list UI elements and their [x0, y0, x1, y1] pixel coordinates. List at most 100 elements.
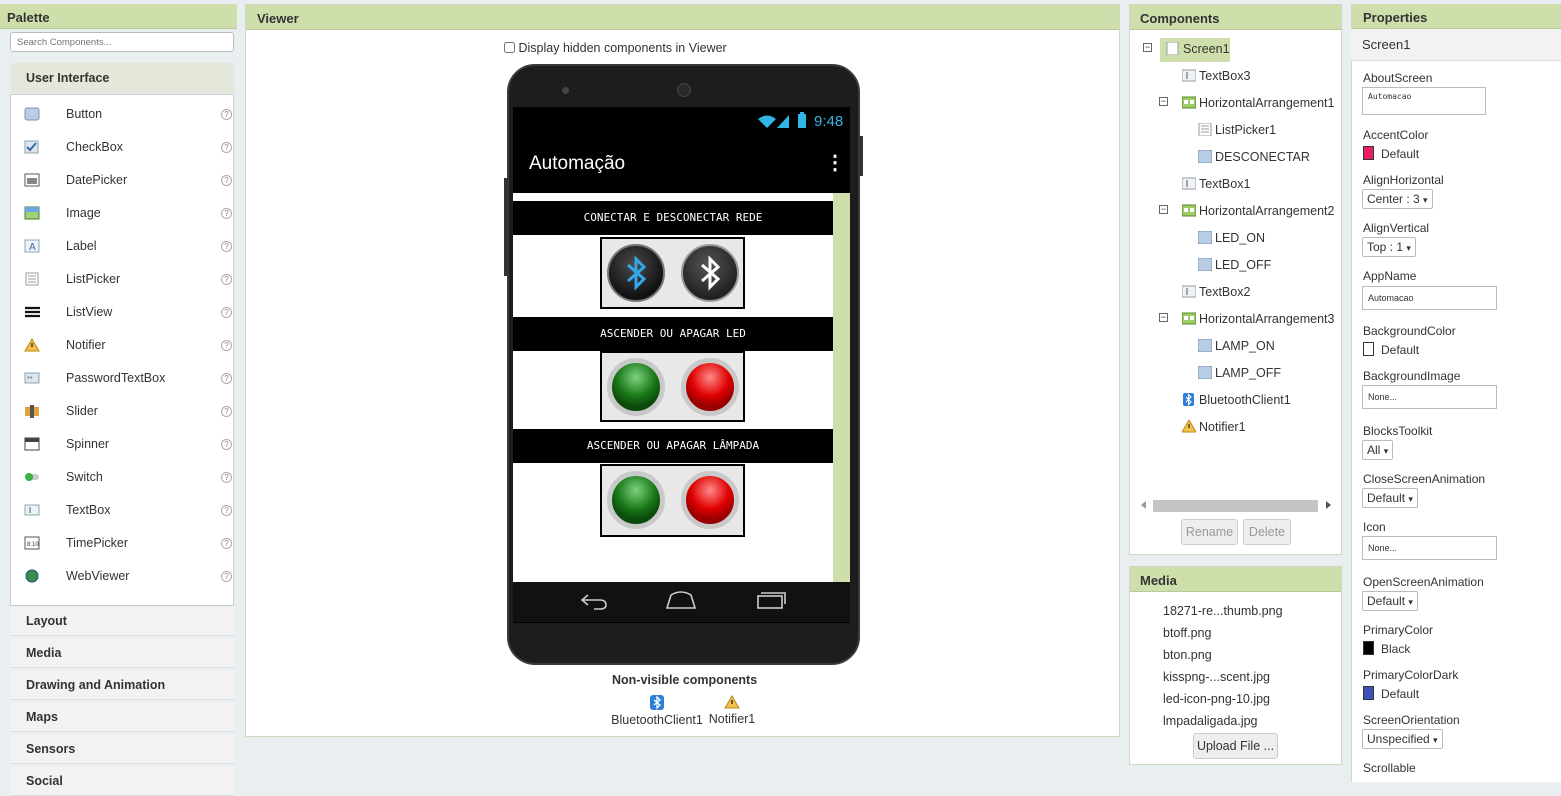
media-file-item[interactable]: 18271-re...thumb.png [1163, 604, 1283, 618]
palette-item-textbox[interactable]: TextBox? [24, 502, 232, 522]
collapse-icon[interactable]: − [1143, 43, 1152, 52]
open-screen-animation-dropdown[interactable]: Default ▾ [1362, 591, 1418, 611]
help-icon[interactable]: ? [221, 439, 232, 450]
tree-item-lamp-on[interactable]: LAMP_ON [1198, 339, 1275, 359]
palette-item-label[interactable]: A Label? [24, 238, 232, 258]
media-file-item[interactable]: bton.png [1163, 648, 1212, 662]
nonvisible-bluetoothclient[interactable]: BluetoothClient1 [611, 695, 703, 727]
tree-item-horizontalarrangement3[interactable]: HorizontalArrangement3 [1182, 312, 1335, 332]
primary-color-picker[interactable]: Black [1363, 641, 1410, 656]
palette-item-datepicker[interactable]: DatePicker? [24, 172, 232, 192]
display-hidden-checkbox[interactable] [504, 42, 515, 53]
background-color-picker[interactable]: Default [1363, 342, 1419, 357]
notifier-icon [24, 338, 40, 352]
rename-button[interactable]: Rename [1181, 519, 1238, 545]
palette-item-slider[interactable]: Slider? [24, 403, 232, 423]
about-screen-textarea[interactable]: Automacao [1362, 87, 1486, 115]
align-horizontal-dropdown[interactable]: Center : 3 ▾ [1362, 189, 1433, 209]
palette-item-button[interactable]: Button? [24, 106, 232, 126]
search-components-input[interactable] [10, 32, 234, 52]
close-screen-animation-dropdown[interactable]: Default ▾ [1362, 488, 1418, 508]
tree-horizontal-scrollbar[interactable] [1139, 499, 1334, 513]
tree-item-listpicker1[interactable]: ListPicker1 [1198, 123, 1276, 143]
tree-item-textbox2[interactable]: TextBox2 [1182, 285, 1250, 305]
home-icon[interactable] [666, 591, 696, 609]
overflow-menu-icon[interactable]: ⋮ [825, 150, 845, 175]
tree-item-notifier1[interactable]: Notifier1 [1182, 420, 1246, 440]
help-icon[interactable]: ? [221, 175, 232, 186]
align-vertical-dropdown[interactable]: Top : 1 ▾ [1362, 237, 1416, 257]
palette-item-timepicker[interactable]: 8:10 TimePicker? [24, 535, 232, 555]
collapse-icon[interactable]: − [1159, 313, 1168, 322]
lamp-off-button[interactable] [681, 471, 739, 529]
scroll-left-arrow[interactable] [1141, 501, 1146, 509]
display-hidden-checkbox-row[interactable]: Display hidden components in Viewer [504, 41, 727, 55]
category-sensors[interactable]: Sensors [11, 735, 234, 764]
scrollbar-thumb[interactable] [1153, 500, 1318, 512]
tree-item-screen1-label[interactable]: Screen1 [1166, 42, 1230, 62]
blocks-toolkit-dropdown[interactable]: All ▾ [1362, 440, 1394, 460]
media-file-item[interactable]: lmpadaligada.jpg [1163, 714, 1258, 728]
help-icon[interactable]: ? [221, 538, 232, 549]
tree-item-textbox1[interactable]: TextBox1 [1182, 177, 1250, 197]
help-icon[interactable]: ? [221, 109, 232, 120]
collapse-icon[interactable]: − [1159, 205, 1168, 214]
icon-input[interactable] [1362, 536, 1497, 560]
led-off-button[interactable] [681, 358, 739, 416]
tree-item-bluetoothclient1[interactable]: BluetoothClient1 [1182, 393, 1291, 413]
help-icon[interactable]: ? [221, 307, 232, 318]
delete-button[interactable]: Delete [1243, 519, 1291, 545]
bluetooth-disconnect-button[interactable] [681, 244, 739, 302]
help-icon[interactable]: ? [221, 340, 232, 351]
media-file-item[interactable]: btoff.png [1163, 626, 1211, 640]
help-icon[interactable]: ? [221, 208, 232, 219]
category-user-interface[interactable]: User Interface [11, 63, 234, 93]
primary-color-dark-picker[interactable]: Default [1363, 686, 1419, 701]
palette-item-image[interactable]: Image? [24, 205, 232, 225]
help-icon[interactable]: ? [221, 274, 232, 285]
app-name-input[interactable] [1362, 286, 1497, 310]
category-drawing-animation[interactable]: Drawing and Animation [11, 671, 234, 700]
tree-item-horizontalarrangement2[interactable]: HorizontalArrangement2 [1182, 204, 1335, 224]
nonvisible-notifier[interactable]: Notifier1 [706, 695, 758, 726]
bluetooth-connect-button[interactable] [607, 244, 665, 302]
scrollbar-track[interactable] [833, 193, 850, 582]
screen-orientation-dropdown[interactable]: Unspecified ▾ [1362, 729, 1443, 749]
help-icon[interactable]: ? [221, 142, 232, 153]
media-file-item[interactable]: led-icon-png-10.jpg [1163, 692, 1270, 706]
palette-item-spinner[interactable]: Spinner? [24, 436, 232, 456]
help-icon[interactable]: ? [221, 406, 232, 417]
tree-item-desconectar[interactable]: DESCONECTAR [1198, 150, 1310, 170]
palette-item-listpicker[interactable]: ListPicker? [24, 271, 232, 291]
help-icon[interactable]: ? [221, 505, 232, 516]
category-layout[interactable]: Layout [11, 607, 234, 636]
category-media[interactable]: Media [11, 639, 234, 668]
palette-item-switch[interactable]: Switch? [24, 469, 232, 489]
led-on-button[interactable] [607, 358, 665, 416]
upload-file-button[interactable]: Upload File ... [1193, 733, 1278, 759]
background-image-input[interactable] [1362, 385, 1497, 409]
help-icon[interactable]: ? [221, 571, 232, 582]
tree-item-led-off[interactable]: LED_OFF [1198, 258, 1271, 278]
collapse-icon[interactable]: − [1159, 97, 1168, 106]
tree-item-horizontalarrangement1[interactable]: HorizontalArrangement1 [1182, 96, 1335, 116]
tree-item-lamp-off[interactable]: LAMP_OFF [1198, 366, 1281, 386]
category-maps[interactable]: Maps [11, 703, 234, 732]
recent-apps-icon[interactable] [756, 591, 786, 609]
accent-color-picker[interactable]: Default [1363, 146, 1419, 161]
back-icon[interactable] [580, 592, 608, 610]
help-icon[interactable]: ? [221, 472, 232, 483]
palette-item-notifier[interactable]: Notifier? [24, 337, 232, 357]
palette-item-webviewer[interactable]: WebViewer? [24, 568, 232, 588]
scroll-right-arrow[interactable] [1326, 501, 1331, 509]
media-file-item[interactable]: kisspng-...scent.jpg [1163, 670, 1270, 684]
help-icon[interactable]: ? [221, 373, 232, 384]
textbox-icon [1182, 285, 1196, 298]
help-icon[interactable]: ? [221, 241, 232, 252]
palette-item-listview[interactable]: ListView? [24, 304, 232, 324]
tree-item-led-on[interactable]: LED_ON [1198, 231, 1265, 251]
lamp-on-button[interactable] [607, 471, 665, 529]
tree-item-textbox3[interactable]: TextBox3 [1182, 69, 1250, 89]
palette-item-checkbox[interactable]: CheckBox? [24, 139, 232, 159]
palette-item-passwordtextbox[interactable]: ** PasswordTextBox? [24, 370, 232, 390]
